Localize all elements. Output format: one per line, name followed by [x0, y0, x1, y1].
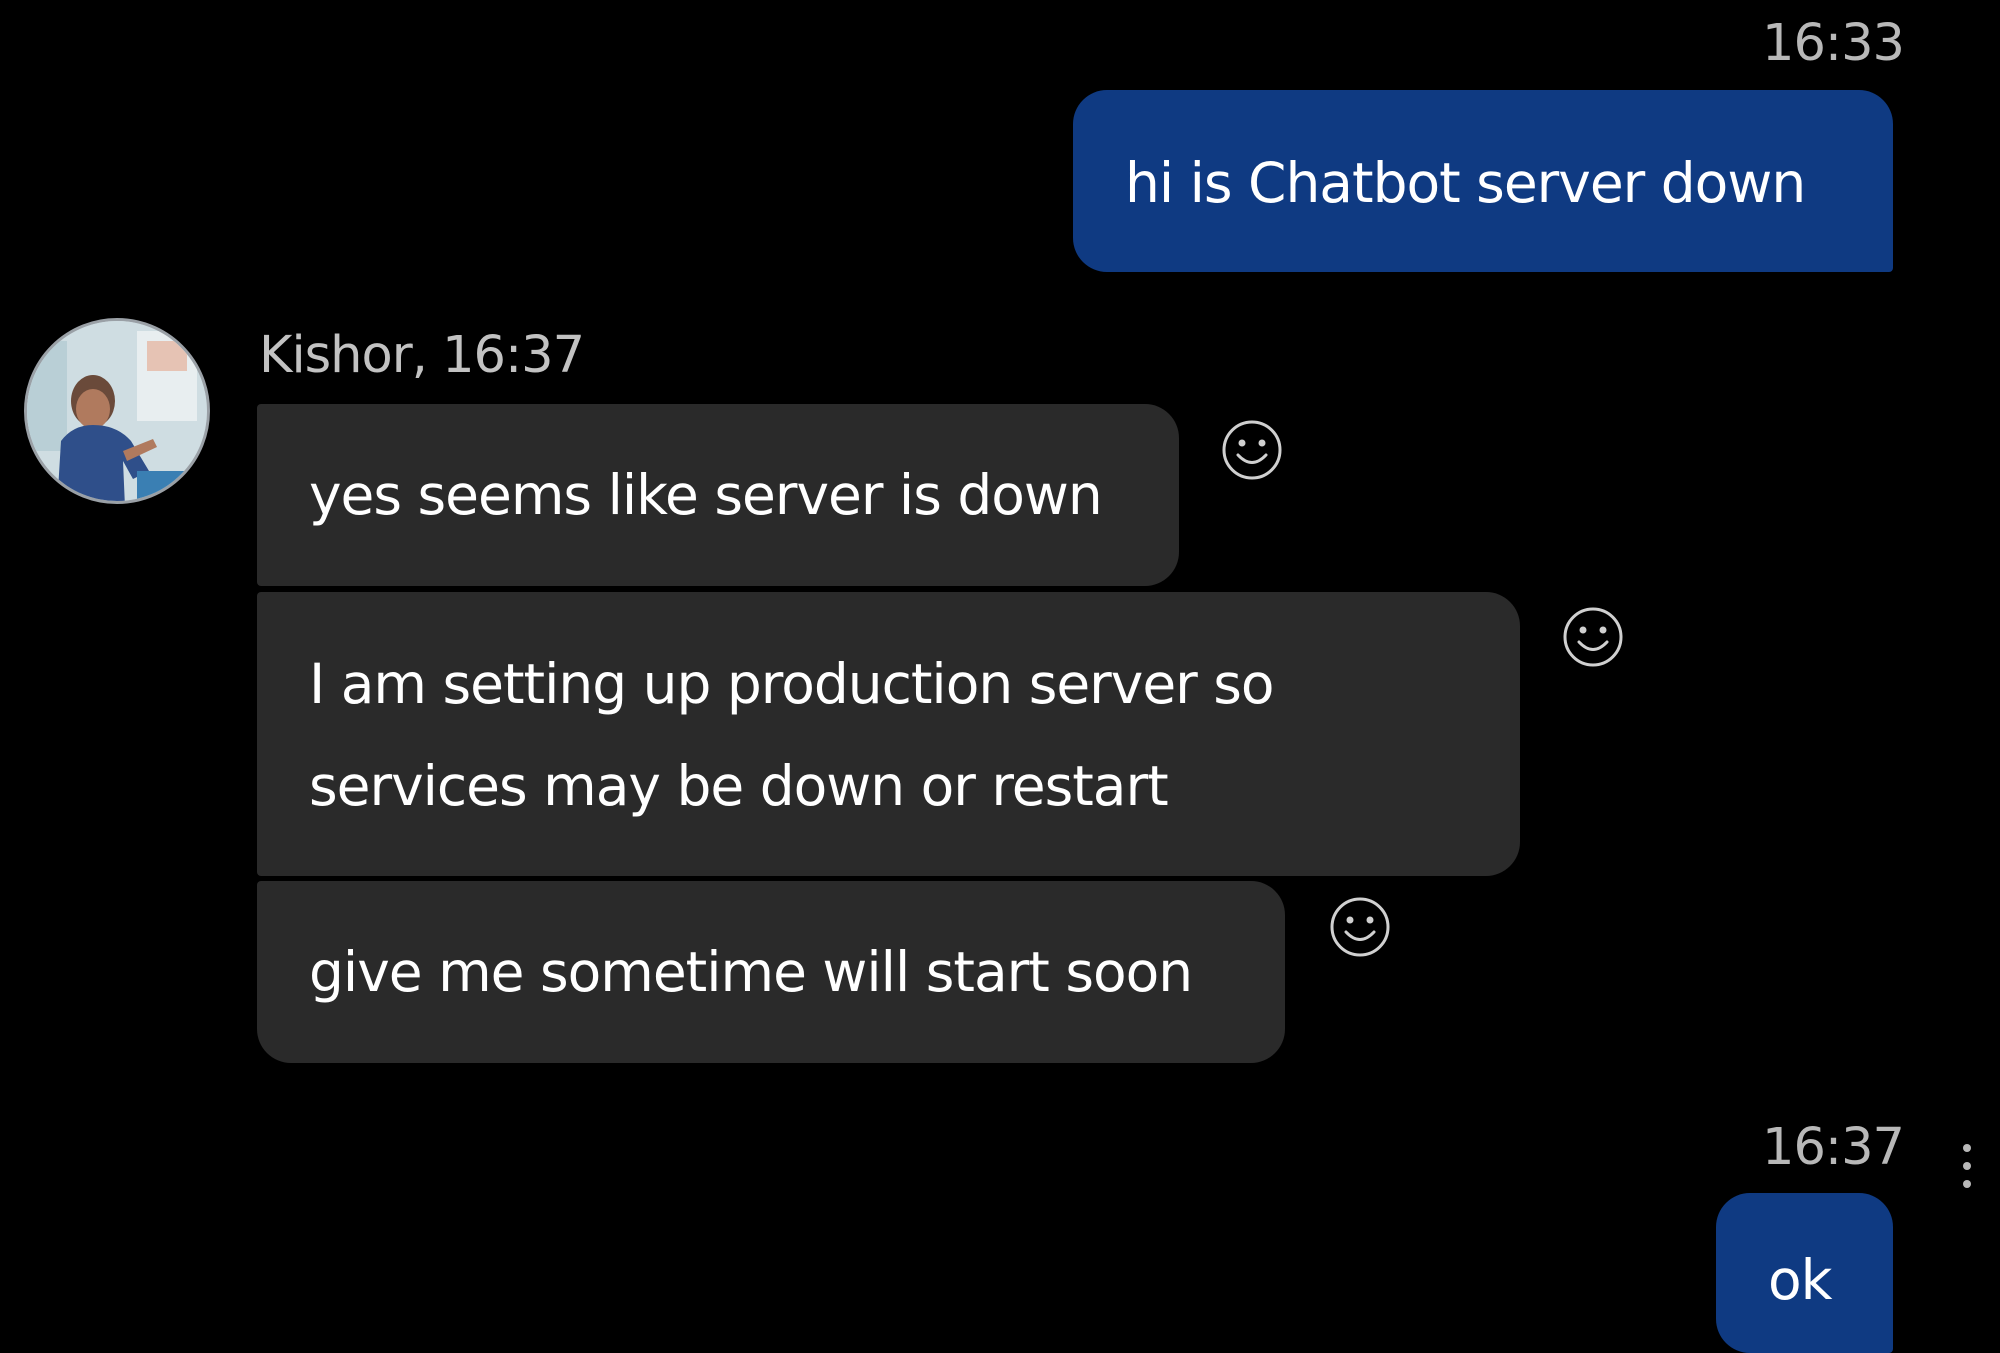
- incoming-message-bubble[interactable]: give me sometime will start soon: [257, 881, 1285, 1063]
- outgoing-message-bubble[interactable]: hi is Chatbot server down: [1073, 90, 1893, 272]
- outgoing-message-bubble[interactable]: ok: [1716, 1193, 1893, 1353]
- user-avatar-icon: [27, 321, 207, 501]
- smiley-react-icon[interactable]: [1561, 605, 1625, 669]
- sender-avatar[interactable]: [24, 318, 210, 504]
- smiley-react-icon[interactable]: [1328, 895, 1392, 959]
- incoming-message-text-line: services may be down or restart: [309, 754, 1169, 818]
- sender-name-and-time: Kishor, 16:37: [259, 326, 585, 385]
- incoming-message-bubble[interactable]: yes seems like server is down: [257, 404, 1179, 586]
- outgoing-message-text: hi is Chatbot server down: [1125, 151, 1806, 215]
- outgoing-timestamp: 16:37: [1762, 1118, 1905, 1177]
- incoming-message-text: give me sometime will start soon: [309, 940, 1193, 1004]
- smiley-react-icon[interactable]: [1220, 418, 1284, 482]
- incoming-message-text-line: I am setting up production server so: [309, 652, 1275, 716]
- incoming-message-text: yes seems like server is down: [309, 463, 1103, 527]
- more-options-icon[interactable]: [1957, 1140, 1977, 1192]
- outgoing-timestamp: 16:33: [1762, 14, 1905, 73]
- incoming-message-bubble[interactable]: I am setting up production server so ser…: [257, 592, 1520, 876]
- outgoing-message-text: ok: [1768, 1248, 1833, 1312]
